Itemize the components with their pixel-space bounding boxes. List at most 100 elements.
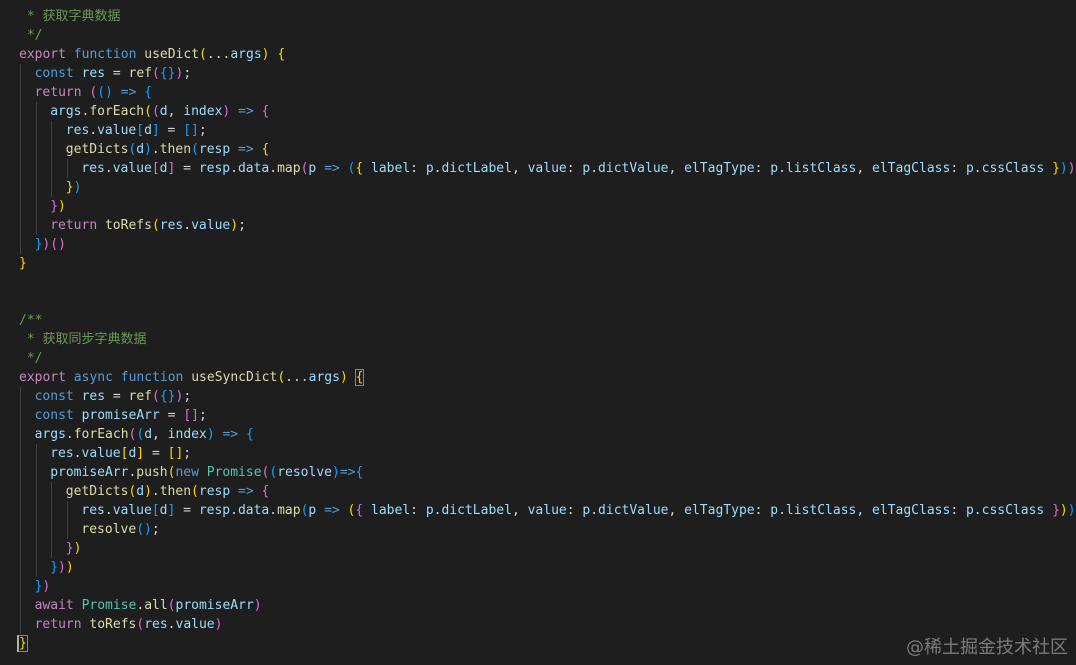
code-token: .	[269, 161, 278, 176]
code-token: ,	[511, 503, 528, 518]
code-line[interactable]: res.value[d] = resp.data.map(p => ({ lab…	[81, 501, 1075, 520]
code-line[interactable]: }))	[50, 558, 73, 577]
code-token: )	[253, 598, 262, 613]
code-token: res	[65, 123, 90, 138]
code-token: ,	[668, 503, 685, 518]
code-line[interactable]: export async function useSyncDict(...arg…	[19, 368, 365, 387]
code-token: useDict	[144, 47, 200, 62]
code-token: .	[973, 161, 982, 176]
code-token: function	[73, 47, 137, 62]
code-token: =>	[339, 465, 356, 480]
indent-guide	[35, 558, 37, 577]
code-token: )	[332, 465, 340, 480]
code-token: :	[754, 161, 771, 176]
code-editor[interactable]: * 获取字典数据 */export function useDict(...ar…	[0, 0, 1076, 665]
code-line[interactable]: })	[50, 197, 66, 216]
code-line[interactable]: const promiseArr = [];	[35, 406, 207, 425]
code-line[interactable]: promiseArr.push(new Promise((resolve)=>{	[50, 463, 363, 482]
indent-guide	[35, 159, 37, 178]
code-line[interactable]: }	[18, 634, 28, 653]
code-token: .	[269, 503, 278, 518]
code-token: d	[159, 161, 168, 176]
indent-guide	[35, 444, 37, 463]
code-token: args	[34, 427, 66, 442]
code-token: {	[261, 104, 270, 119]
code-line[interactable]: resolve();	[81, 520, 159, 539]
code-token: data	[237, 503, 270, 518]
code-line[interactable]: })	[66, 178, 82, 197]
code-token: {	[354, 369, 365, 386]
code-line[interactable]: export function useDict(...args) {	[19, 45, 285, 64]
code-token: ]	[151, 123, 160, 138]
indent-guide	[20, 216, 21, 235]
indent-guide	[35, 140, 37, 159]
code-token: =>	[238, 484, 254, 499]
code-line[interactable]: const res = ref({});	[35, 387, 192, 406]
code-token: d	[159, 104, 168, 119]
code-token: promiseArr	[81, 408, 160, 423]
code-line[interactable]: })()	[35, 235, 66, 254]
code-line[interactable]: args.forEach((d, index) => {	[35, 425, 254, 444]
code-line[interactable]: await Promise.all(promiseArr)	[35, 596, 262, 615]
indent-guide	[35, 463, 37, 482]
code-token: ]	[191, 123, 199, 138]
indent-guide	[35, 121, 37, 140]
code-token: Promise	[81, 598, 137, 613]
code-token: return	[50, 218, 98, 233]
code-token: {	[261, 484, 270, 499]
code-token: ;	[183, 446, 192, 461]
code-token: )	[58, 560, 66, 575]
code-token: .	[778, 503, 786, 518]
code-line[interactable]: getDicts(d).then(resp => {	[66, 140, 270, 159]
code-token: =	[105, 389, 129, 404]
code-token: export	[19, 370, 66, 385]
code-line[interactable]: res.value[d] = resp.data.map(p => ({ lab…	[81, 159, 1075, 178]
code-token: ref	[128, 66, 153, 81]
code-token: {	[144, 85, 153, 100]
code-line[interactable]: })	[35, 577, 51, 596]
indent-guide	[20, 596, 21, 615]
code-line[interactable]: args.forEach((d, index) => {	[50, 102, 269, 121]
code-line[interactable]: /**	[19, 311, 42, 330]
code-line[interactable]: return toRefs(res.value);	[50, 216, 246, 235]
code-token: promiseArr	[175, 598, 254, 613]
code-token: ;	[151, 522, 160, 537]
code-token: (	[191, 142, 199, 157]
code-token: =	[144, 446, 168, 461]
indent-guide	[20, 140, 21, 159]
code-token: res	[144, 617, 168, 632]
indent-guide	[35, 501, 37, 520]
code-line[interactable]: return toRefs(res.value)	[35, 615, 223, 634]
code-token: )	[73, 180, 82, 195]
indent-guide	[51, 121, 53, 140]
indent-guide	[35, 178, 37, 197]
code-line[interactable]: res.value[d] = [];	[50, 444, 191, 463]
code-line[interactable]: */	[19, 349, 43, 368]
code-token: d	[159, 503, 168, 518]
code-line[interactable]: * 获取字典数据	[19, 7, 121, 26]
code-line[interactable]: })	[66, 539, 82, 558]
code-line[interactable]: getDicts(d).then(resp => {	[66, 482, 270, 501]
code-token: map	[277, 161, 301, 176]
code-line[interactable]: return (() => {	[35, 83, 152, 102]
code-token: value	[527, 161, 567, 176]
code-token: dictValue	[598, 503, 669, 518]
code-line[interactable]: }	[19, 254, 27, 273]
code-line[interactable]: * 获取同步字典数据	[19, 330, 147, 349]
indent-guide	[20, 444, 21, 463]
code-token: ]	[191, 408, 199, 423]
code-token: :	[566, 503, 583, 518]
code-line[interactable]: res.value[d] = [];	[66, 121, 207, 140]
code-line[interactable]: */	[19, 26, 43, 45]
code-token: new	[175, 465, 199, 480]
code-line[interactable]: const res = ref({});	[35, 64, 192, 83]
code-token: p	[425, 161, 434, 176]
code-token: ;	[183, 66, 192, 81]
code-token: (	[151, 104, 160, 119]
code-token: =>	[324, 503, 340, 518]
indent-guide	[66, 501, 68, 520]
